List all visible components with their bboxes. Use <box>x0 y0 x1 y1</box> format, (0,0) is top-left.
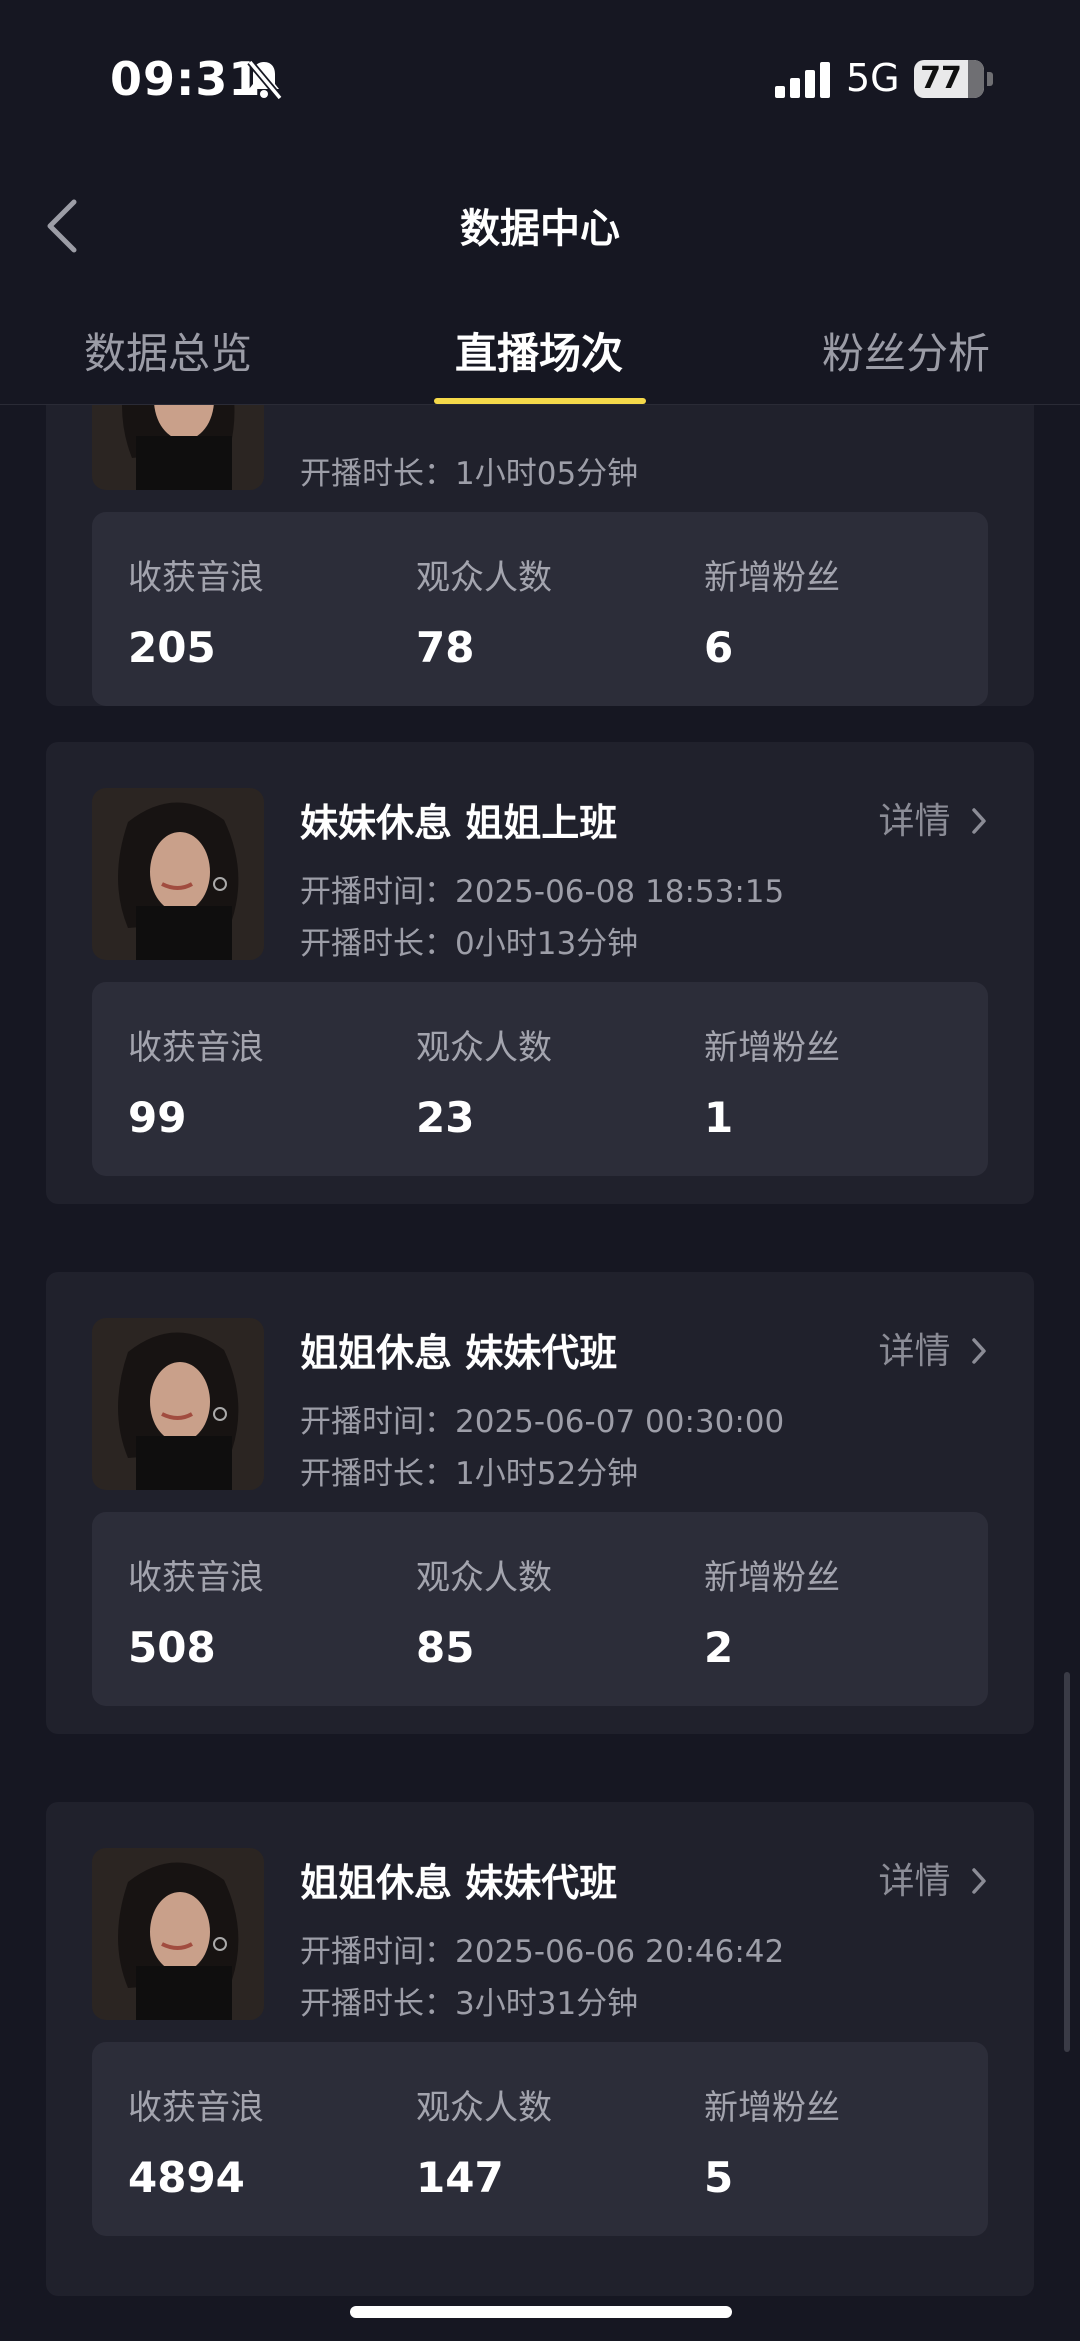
session-card[interactable]: 开播时长：1小时05分钟 收获音浪 205 观众人数 78 新增粉丝 6 <box>46 404 1034 706</box>
stat-value-income: 508 <box>128 1623 216 1672</box>
stat-label-viewers: 观众人数 <box>416 2088 552 2128</box>
stat-label-viewers: 观众人数 <box>416 1558 552 1598</box>
tab-fan-analysis[interactable]: 粉丝分析 <box>822 320 990 381</box>
stat-label-income: 收获音浪 <box>128 1558 264 1598</box>
tab-data-overview[interactable]: 数据总览 <box>84 320 252 381</box>
scrollbar[interactable] <box>1064 1672 1070 2052</box>
session-stats: 收获音浪 205 观众人数 78 新增粉丝 6 <box>92 512 988 706</box>
stat-value-fans: 5 <box>704 2153 734 2202</box>
home-indicator[interactable] <box>350 2306 732 2318</box>
battery-icon: 77 <box>914 60 993 98</box>
stat-label-viewers: 观众人数 <box>416 1028 552 1068</box>
session-title: 妹妹休息 姐姐上班 <box>300 801 618 845</box>
stat-value-viewers: 23 <box>416 1093 475 1142</box>
stat-value-viewers: 78 <box>416 623 475 672</box>
session-title: 姐姐休息 妹妹代班 <box>300 1861 618 1905</box>
stat-value-fans: 1 <box>704 1093 734 1142</box>
session-stats: 收获音浪 4894 观众人数 147 新增粉丝 5 <box>92 2042 988 2236</box>
chevron-right-icon <box>972 808 986 834</box>
session-card[interactable]: 姐姐休息 妹妹代班 详情 开播时间：2025-06-06 20:46:42 开播… <box>46 1802 1034 2296</box>
session-card[interactable]: 妹妹休息 姐姐上班 详情 开播时间：2025-06-08 18:53:15 开播… <box>46 742 1034 1204</box>
detail-link[interactable]: 详情 <box>879 1852 988 1904</box>
session-start-time: 开播时间：2025-06-07 00:30:00 <box>300 1404 785 1440</box>
session-title: 姐姐休息 妹妹代班 <box>300 1331 618 1375</box>
active-tab-indicator <box>434 398 646 404</box>
stat-value-fans: 6 <box>704 623 734 672</box>
stat-label-income: 收获音浪 <box>128 2088 264 2128</box>
stat-label-fans: 新增粉丝 <box>704 558 840 598</box>
silent-bell-icon <box>247 59 283 100</box>
stat-value-income: 99 <box>128 1093 187 1142</box>
tab-live-sessions[interactable]: 直播场次 <box>455 320 623 381</box>
session-start-time: 开播时间：2025-06-06 20:46:42 <box>300 1934 785 1970</box>
session-stats: 收获音浪 99 观众人数 23 新增粉丝 1 <box>92 982 988 1176</box>
streamer-avatar <box>92 1848 264 2020</box>
tab-bar: 数据总览 直播场次 粉丝分析 <box>0 300 1080 405</box>
stat-label-fans: 新增粉丝 <box>704 1558 840 1598</box>
stat-label-fans: 新增粉丝 <box>704 2088 840 2128</box>
stat-value-income: 205 <box>128 623 216 672</box>
status-bar: 09:31 5G 77 <box>0 0 1080 160</box>
session-card[interactable]: 姐姐休息 妹妹代班 详情 开播时间：2025-06-07 00:30:00 开播… <box>46 1272 1034 1734</box>
streamer-avatar <box>92 404 264 490</box>
stat-label-income: 收获音浪 <box>128 1028 264 1068</box>
status-time: 09:31 <box>110 52 262 106</box>
chevron-right-icon <box>972 1338 986 1364</box>
session-stats: 收获音浪 508 观众人数 85 新增粉丝 2 <box>92 1512 988 1706</box>
page-title: 数据中心 <box>460 206 620 252</box>
stat-label-income: 收获音浪 <box>128 558 264 598</box>
stat-value-viewers: 85 <box>416 1623 475 1672</box>
session-list[interactable]: 开播时长：1小时05分钟 收获音浪 205 观众人数 78 新增粉丝 6 妹妹休息 姐… <box>0 404 1080 2341</box>
stat-value-fans: 2 <box>704 1623 734 1672</box>
session-start-time: 开播时间：2025-06-08 18:53:15 <box>300 874 785 910</box>
detail-link[interactable]: 详情 <box>879 792 988 844</box>
session-duration: 开播时长：3小时31分钟 <box>300 1986 639 2022</box>
chevron-right-icon <box>972 1868 986 1894</box>
cellular-signal-icon <box>775 62 830 98</box>
session-duration: 开播时长：1小时05分钟 <box>300 456 639 492</box>
detail-link[interactable]: 详情 <box>879 1322 988 1374</box>
battery-level: 77 <box>920 61 962 96</box>
streamer-avatar <box>92 788 264 960</box>
stat-label-viewers: 观众人数 <box>416 558 552 598</box>
stat-value-viewers: 147 <box>416 2153 504 2202</box>
stat-value-income: 4894 <box>128 2153 245 2202</box>
session-duration: 开播时长：1小时52分钟 <box>300 1456 639 1492</box>
session-duration: 开播时长：0小时13分钟 <box>300 926 639 962</box>
stat-label-fans: 新增粉丝 <box>704 1028 840 1068</box>
network-type: 5G <box>846 56 900 100</box>
streamer-avatar <box>92 1318 264 1490</box>
